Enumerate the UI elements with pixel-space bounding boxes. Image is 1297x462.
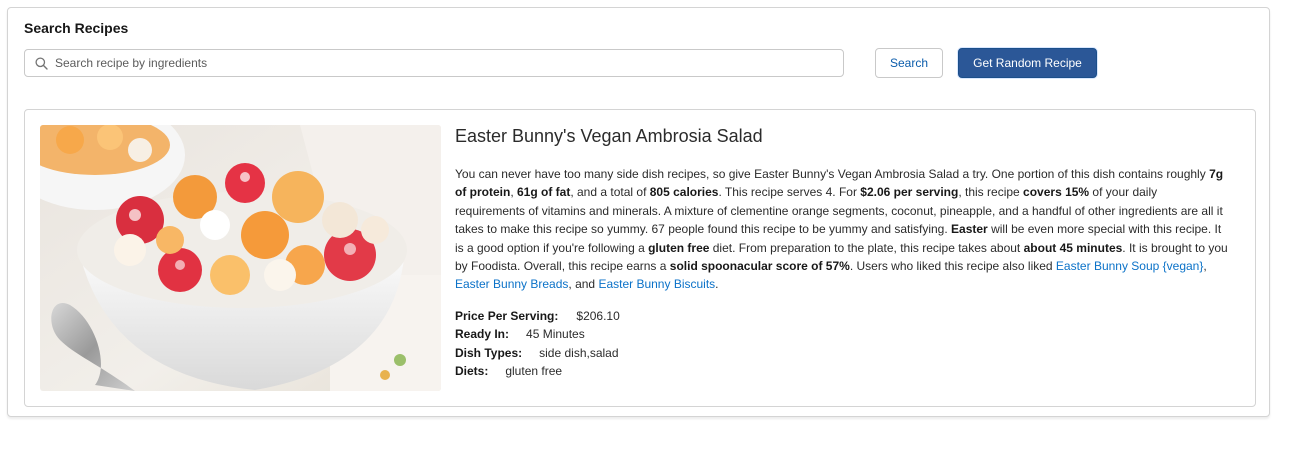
price-row: Price Per Serving: $206.10 xyxy=(455,307,620,325)
description-text: , xyxy=(1203,259,1207,274)
recipe-meta: Price Per Serving: $206.10 Ready In: 45 Mi… xyxy=(455,307,620,381)
search-icon xyxy=(35,57,48,70)
ready-label: Ready In: xyxy=(455,327,510,342)
description-highlight: 805 calories xyxy=(649,185,719,200)
related-recipe-link[interactable]: Easter Bunny Soup {vegan} xyxy=(1056,259,1203,273)
search-button[interactable]: Search xyxy=(875,48,943,78)
description-text: You can never have too many side dish re… xyxy=(455,167,1210,181)
description-text: , and xyxy=(568,277,599,292)
ready-value: 45 Minutes xyxy=(526,327,585,342)
description-text: diet. From preparation to the plate, thi… xyxy=(709,240,1024,255)
description-highlight: gluten free xyxy=(648,240,710,255)
diets-label: Diets: xyxy=(455,364,489,379)
dish-types-row: Dish Types: side dish,salad xyxy=(455,344,620,362)
description-text: . This recipe serves 4. For xyxy=(718,185,861,200)
price-value: $206.10 xyxy=(576,309,620,323)
search-input[interactable] xyxy=(55,50,835,76)
recipe-image xyxy=(40,125,441,391)
get-random-recipe-button[interactable]: Get Random Recipe xyxy=(958,48,1097,78)
description-text: , xyxy=(510,185,517,200)
search-recipes-card: Search Recipes Search Get Random Recipe xyxy=(7,7,1270,417)
recipe-card: Easter Bunny's Vegan Ambrosia Salad You … xyxy=(24,109,1256,407)
description-text: . xyxy=(715,277,719,292)
ambrosia-salad-photo xyxy=(40,125,441,391)
recipe-description: You can never have too many side dish re… xyxy=(455,165,1230,294)
description-text: , and a total of xyxy=(570,185,650,200)
diets-row: Diets: gluten free xyxy=(455,362,620,380)
related-recipe-link[interactable]: Easter Bunny Breads xyxy=(455,277,568,291)
related-recipe-link[interactable]: Easter Bunny Biscuits xyxy=(598,277,715,291)
description-highlight: Easter xyxy=(951,222,988,237)
description-highlight: 61g of fat xyxy=(517,185,571,200)
description-highlight: solid spoonacular score of 57% xyxy=(669,259,850,274)
price-label: Price Per Serving: xyxy=(455,309,559,323)
description-highlight: about 45 minutes xyxy=(1023,240,1123,255)
description-text: , this recipe xyxy=(958,185,1024,200)
description-highlight: $2.06 per serving xyxy=(860,185,959,200)
card-title: Search Recipes xyxy=(24,20,129,36)
dish-types-label: Dish Types: xyxy=(455,345,523,360)
recipe-title: Easter Bunny's Vegan Ambrosia Salad xyxy=(455,126,763,146)
search-field[interactable] xyxy=(24,49,844,77)
dish-types-value: side dish,salad xyxy=(539,345,619,360)
diets-value: gluten free xyxy=(505,364,563,379)
ready-row: Ready In: 45 Minutes xyxy=(455,325,620,343)
description-text: . Users who liked this recipe also liked xyxy=(849,259,1056,274)
description-highlight: covers 15% xyxy=(1023,185,1090,200)
